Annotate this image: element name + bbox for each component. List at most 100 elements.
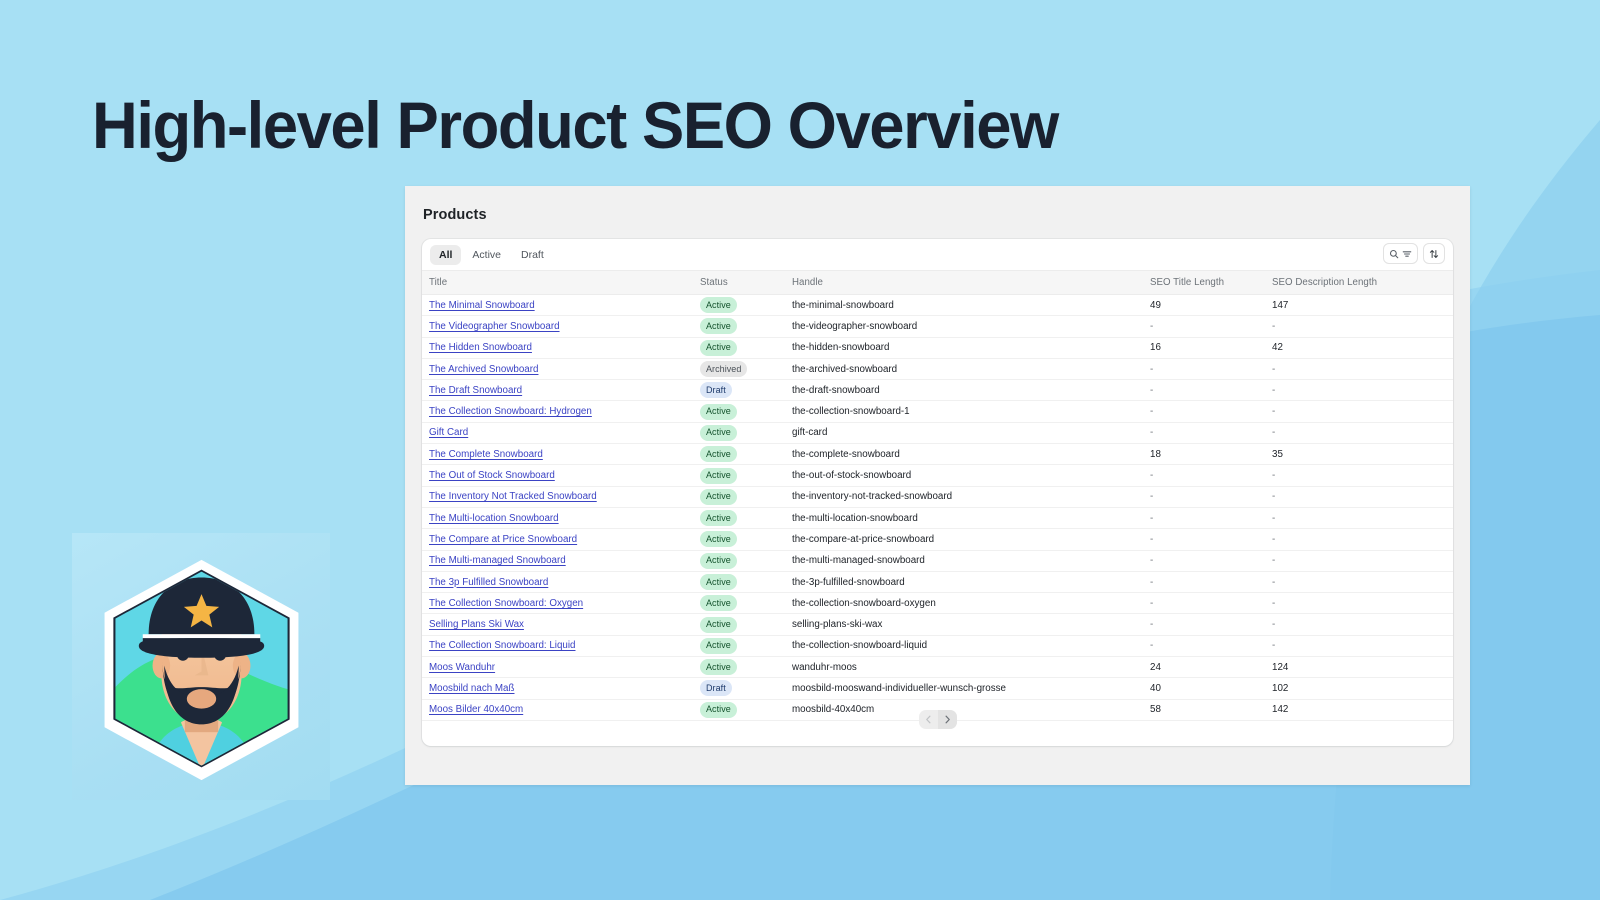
cell-seo-description-length: -: [1272, 422, 1453, 445]
cell-title: The Videographer Snowboard: [422, 315, 700, 338]
tab-active[interactable]: Active: [463, 245, 510, 265]
status-badge: Draft: [700, 382, 732, 399]
cell-handle: moosbild-mooswand-individueller-wunsch-g…: [792, 677, 1150, 700]
table-row[interactable]: Gift Card Active gift-card - -: [422, 422, 1453, 445]
table-row[interactable]: Moosbild nach Maß Draft moosbild-mooswand-…: [422, 677, 1453, 700]
product-link[interactable]: Moos Wanduhr: [429, 662, 495, 673]
status-badge: Active: [700, 403, 737, 420]
status-badge: Active: [700, 510, 737, 527]
table-row[interactable]: The Collection Snowboard: Liquid Active th…: [422, 635, 1453, 658]
product-link[interactable]: The Videographer Snowboard: [429, 321, 560, 332]
cell-seo-description-length: -: [1272, 315, 1453, 338]
product-link[interactable]: The Multi-location Snowboard: [429, 513, 559, 524]
table-row[interactable]: The Out of Stock Snowboard Active the-out-…: [422, 464, 1453, 487]
cell-status: Active: [700, 422, 792, 445]
status-badge: Active: [700, 318, 737, 335]
cell-seo-title-length: 24: [1150, 656, 1272, 679]
chevron-left-icon: [925, 715, 931, 724]
pager-group: [918, 710, 957, 729]
product-link[interactable]: The Draft Snowboard: [429, 385, 522, 396]
table-row[interactable]: The Hidden Snowboard Active the-hidden-sno…: [422, 337, 1453, 359]
column-status[interactable]: Status: [700, 270, 792, 295]
product-link[interactable]: Gift Card: [429, 427, 468, 438]
cell-seo-description-length: -: [1272, 464, 1453, 487]
table-row[interactable]: The Multi-location Snowboard Active the-mu…: [422, 507, 1453, 530]
cell-seo-title-length: -: [1150, 571, 1272, 594]
cell-handle: the-collection-snowboard-1: [792, 400, 1150, 423]
table-row[interactable]: The Inventory Not Tracked Snowboard Activ…: [422, 486, 1453, 508]
cell-seo-description-length: -: [1272, 358, 1453, 381]
table-row[interactable]: The Complete Snowboard Active the-complete…: [422, 443, 1453, 466]
table-row[interactable]: The Collection Snowboard: Hydrogen Active…: [422, 400, 1453, 423]
cell-handle: the-multi-location-snowboard: [792, 507, 1150, 530]
cell-title: The Hidden Snowboard: [422, 337, 700, 359]
table-row[interactable]: The Minimal Snowboard Active the-minimal-s…: [422, 294, 1453, 317]
cell-handle: the-minimal-snowboard: [792, 294, 1150, 317]
cell-seo-description-length: -: [1272, 400, 1453, 423]
cell-seo-title-length: -: [1150, 315, 1272, 338]
cell-handle: the-collection-snowboard-liquid: [792, 635, 1150, 658]
product-link[interactable]: The Collection Snowboard: Liquid: [429, 640, 576, 651]
tab-draft[interactable]: Draft: [512, 245, 553, 265]
product-link[interactable]: The Collection Snowboard: Hydrogen: [429, 406, 592, 417]
column-handle[interactable]: Handle: [792, 270, 1150, 295]
tab-all[interactable]: All: [430, 244, 462, 265]
product-link[interactable]: The Minimal Snowboard: [429, 300, 535, 311]
table-row[interactable]: The Collection Snowboard: Oxygen Active th…: [422, 592, 1453, 615]
product-link[interactable]: The 3p Fulfilled Snowboard: [429, 577, 548, 588]
product-link[interactable]: The Collection Snowboard: Oxygen: [429, 598, 583, 609]
product-link[interactable]: The Out of Stock Snowboard: [429, 470, 555, 481]
status-badge: Draft: [700, 680, 732, 697]
cell-status: Active: [700, 315, 792, 338]
product-link[interactable]: The Hidden Snowboard: [429, 342, 532, 353]
cell-seo-description-length: 102: [1272, 677, 1453, 700]
cell-title: The Collection Snowboard: Hydrogen: [422, 400, 700, 423]
column-title[interactable]: Title: [422, 270, 700, 295]
status-badge: Active: [700, 297, 737, 314]
product-link[interactable]: The Complete Snowboard: [429, 449, 543, 460]
cell-seo-description-length: 42: [1272, 337, 1453, 359]
sort-button[interactable]: [1423, 243, 1445, 264]
product-link[interactable]: The Archived Snowboard: [429, 364, 538, 375]
status-badge: Active: [700, 531, 737, 548]
product-link[interactable]: The Multi-managed Snowboard: [429, 555, 566, 566]
cell-handle: selling-plans-ski-wax: [792, 613, 1150, 636]
table-row[interactable]: The 3p Fulfilled Snowboard Active the-3p-f…: [422, 571, 1453, 594]
cell-seo-description-length: -: [1272, 592, 1453, 615]
cell-handle: the-hidden-snowboard: [792, 337, 1150, 359]
table-header: Title Status Handle SEO Title Length SEO…: [422, 270, 1453, 295]
cell-title: The Minimal Snowboard: [422, 294, 700, 317]
product-link[interactable]: The Inventory Not Tracked Snowboard: [429, 491, 597, 502]
cell-title: The Out of Stock Snowboard: [422, 464, 700, 487]
table-row[interactable]: Moos Wanduhr Active wanduhr-moos 24 124: [422, 656, 1453, 679]
column-seo-title-length[interactable]: SEO Title Length: [1150, 270, 1272, 295]
cell-status: Archived: [700, 358, 792, 381]
cell-seo-description-length: 35: [1272, 443, 1453, 466]
product-link[interactable]: The Compare at Price Snowboard: [429, 534, 577, 545]
status-badge: Active: [700, 637, 737, 654]
table-row[interactable]: The Archived Snowboard Archived the-archiv…: [422, 358, 1453, 381]
cell-seo-title-length: 49: [1150, 294, 1272, 317]
column-seo-description-length[interactable]: SEO Description Length: [1272, 270, 1453, 295]
cell-status: Active: [700, 528, 792, 551]
table-row[interactable]: The Compare at Price Snowboard Active the-…: [422, 528, 1453, 551]
table-row[interactable]: Selling Plans Ski Wax Active selling-plans…: [422, 613, 1453, 636]
status-badge: Active: [700, 488, 737, 505]
cell-title: The Inventory Not Tracked Snowboard: [422, 486, 700, 508]
cell-seo-title-length: -: [1150, 592, 1272, 615]
table-row[interactable]: The Multi-managed Snowboard Active the-mul…: [422, 550, 1453, 572]
product-link[interactable]: Selling Plans Ski Wax: [429, 619, 524, 630]
cell-status: Active: [700, 571, 792, 594]
pagination-next-button[interactable]: [937, 710, 957, 729]
search-filter-button[interactable]: [1383, 243, 1418, 264]
pagination-previous-button[interactable]: [919, 710, 938, 729]
cell-handle: the-draft-snowboard: [792, 379, 1150, 402]
cell-seo-description-length: -: [1272, 571, 1453, 594]
cell-seo-description-length: 147: [1272, 294, 1453, 317]
table-row[interactable]: The Draft Snowboard Draft the-draft-snowbo…: [422, 379, 1453, 402]
tab-strip: All Active Draft: [422, 239, 1453, 270]
product-link[interactable]: Moosbild nach Maß: [429, 683, 515, 694]
table-row[interactable]: The Videographer Snowboard Active the-vide…: [422, 315, 1453, 338]
table-header-row: Title Status Handle SEO Title Length SEO…: [422, 270, 1453, 295]
cell-handle: the-compare-at-price-snowboard: [792, 528, 1150, 551]
